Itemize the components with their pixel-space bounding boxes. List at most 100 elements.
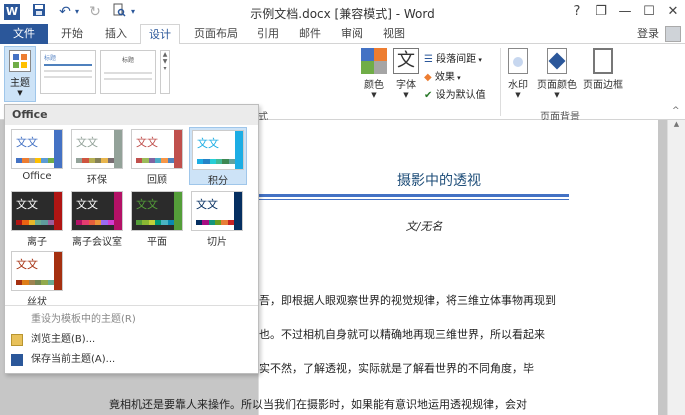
theme-accent-stripe [54, 130, 62, 168]
effects-icon: ◆ [424, 72, 432, 83]
page-color-button[interactable]: 页面颜色 ▼ [534, 48, 580, 99]
theme-name: 平面 [147, 237, 167, 248]
theme-glyph: 文文 [76, 136, 98, 149]
theme-accent-stripe [54, 252, 62, 290]
title-border-thin [259, 199, 569, 200]
theme-accent-stripe [234, 192, 242, 230]
theme-accent-stripe [174, 192, 182, 230]
document-page[interactable]: 摄影中的透视 文/无名 吾，即根据人眼观察世界的视觉规律，将三维立体事物再现到 … [109, 120, 658, 415]
theme-glyph: 文文 [16, 258, 38, 271]
theme-accent-stripe [114, 192, 122, 230]
theme-option[interactable]: 文文 丝状 [9, 249, 67, 308]
theme-accent-stripe [174, 130, 182, 168]
fonts-icon: 文 [393, 48, 419, 74]
theme-thumbnail: 文文 [131, 191, 183, 231]
checkmark-icon: ✔ [424, 90, 433, 101]
theme-color-bars [197, 159, 235, 164]
theme-name: 回顾 [147, 175, 167, 186]
save-icon [11, 354, 23, 366]
themes-dropdown: Office 文文 Office 文文 环保 文文 回顾 文文 积分 文文 离子 文文 离子会议室 文文… [4, 104, 259, 374]
theme-option[interactable]: 文文回顾 [129, 127, 187, 186]
page-borders-button[interactable]: 页面边框 [580, 48, 626, 91]
save-theme-menu-item[interactable]: 保存当前主题(A)... [5, 351, 258, 369]
tab-insert[interactable]: 插入 [96, 24, 136, 44]
page-borders-icon [593, 48, 613, 74]
themes-category-header: Office [5, 105, 258, 125]
theme-option[interactable]: 文文 Office [9, 127, 67, 185]
maximize-button[interactable]: ☐ [638, 2, 660, 22]
theme-option[interactable]: 文文离子 [9, 189, 67, 248]
title-border [259, 194, 569, 197]
theme-thumbnail: 文文 [11, 191, 63, 231]
theme-glyph: 文文 [136, 136, 158, 149]
vertical-scrollbar[interactable]: ▲ [667, 120, 685, 415]
theme-option[interactable]: 文文积分 [189, 127, 247, 187]
tab-mailings[interactable]: 邮件 [292, 24, 328, 44]
set-as-default-button[interactable]: ✔ 设为默认值 [424, 86, 486, 101]
style-gallery-item[interactable]: 标题 [100, 50, 156, 94]
theme-color-bars [136, 158, 174, 163]
themes-button[interactable]: 主题 ▼ [4, 46, 36, 102]
theme-color-bars [136, 220, 174, 225]
theme-option[interactable]: 文文 环保 [69, 127, 127, 186]
watermark-button[interactable]: 水印 ▼ [502, 48, 534, 99]
help-icon[interactable]: ? [566, 2, 588, 22]
theme-glyph: 文文 [136, 198, 158, 211]
theme-thumbnail: 文文 [131, 129, 183, 169]
close-button[interactable]: ✕ [662, 2, 684, 22]
theme-accent-stripe [235, 131, 243, 169]
tab-page-layout[interactable]: 页面布局 [186, 24, 246, 44]
gallery-scroll[interactable]: ▲ ▼ ▾ [160, 50, 170, 94]
document-author: 文/无名 [405, 220, 443, 233]
theme-thumbnail: 文文 [11, 129, 63, 169]
tab-home[interactable]: 开始 [52, 24, 92, 44]
paragraph-line: 吾，即根据人眼观察世界的视觉规律，将三维立体事物再现到 [259, 294, 556, 307]
chevron-down-icon: ▼ [17, 89, 23, 97]
theme-glyph: 文文 [76, 198, 98, 211]
tab-view[interactable]: 视图 [376, 24, 412, 44]
title-bar: W ↶ ▾ ↻ ▾ 示例文档.docx [兼容模式] - Word ? ❐ — … [0, 0, 685, 24]
paragraph-line: 竟相机还是要靠人来操作。所以当我们在摄影时，如果能有意识地运用透视规律，会对 [109, 398, 527, 411]
folder-icon [11, 334, 23, 346]
theme-name: 积分 [208, 176, 228, 187]
scroll-up-icon[interactable]: ▲ [668, 120, 685, 128]
paragraph-line: 实不然，了解透视，实际就是了解看世界的不同角度，毕 [259, 362, 534, 375]
style-gallery-item[interactable]: 标题 [40, 50, 96, 94]
theme-name: 切片 [207, 237, 227, 248]
theme-color-bars [16, 158, 54, 163]
theme-glyph: 文文 [196, 198, 218, 211]
watermark-icon [508, 48, 528, 74]
group-separator [500, 48, 501, 116]
effects-button[interactable]: ◆ 效果 ▾ [424, 68, 461, 83]
paragraph-spacing-button[interactable]: ☰ 段落间距 ▾ [424, 50, 482, 65]
tab-file[interactable]: 文件 [0, 24, 48, 44]
sign-in-link[interactable]: 登录 [637, 24, 659, 44]
theme-thumbnail: 文文 [192, 130, 244, 170]
theme-color-bars [76, 158, 114, 163]
tab-references[interactable]: 引用 [250, 24, 286, 44]
theme-glyph: 文文 [16, 136, 38, 149]
theme-color-bars [196, 220, 234, 225]
theme-option[interactable]: 文文切片 [189, 189, 247, 248]
browse-themes-menu-item[interactable]: 浏览主题(B)... [5, 331, 258, 349]
tab-design[interactable]: 设计 [140, 24, 180, 45]
ribbon-display-icon[interactable]: ❐ [590, 2, 612, 22]
theme-thumbnail: 文文 [191, 191, 243, 231]
reset-theme-menu-item[interactable]: 重设为模板中的主题(R) [5, 311, 258, 329]
tab-review[interactable]: 审阅 [334, 24, 370, 44]
collapse-ribbon-icon[interactable]: ^ [672, 106, 680, 116]
fonts-button[interactable]: 文 字体 ▼ [384, 48, 428, 99]
ribbon-tab-bar: 文件 开始 插入 设计 页面布局 引用 邮件 审阅 视图 登录 [0, 24, 685, 45]
theme-thumbnail: 文文 [71, 191, 123, 231]
theme-option[interactable]: 文文 离子会议室 [69, 189, 127, 248]
theme-glyph: 文文 [16, 198, 38, 211]
theme-name: 离子 [27, 237, 47, 248]
theme-color-bars [76, 220, 114, 225]
avatar[interactable] [665, 26, 681, 42]
page-color-icon [547, 48, 567, 74]
themes-label: 主题 [10, 78, 30, 89]
theme-glyph: 文文 [197, 137, 219, 150]
themes-icon [9, 50, 31, 72]
theme-option[interactable]: 文文平面 [129, 189, 187, 248]
minimize-button[interactable]: — [614, 2, 636, 22]
